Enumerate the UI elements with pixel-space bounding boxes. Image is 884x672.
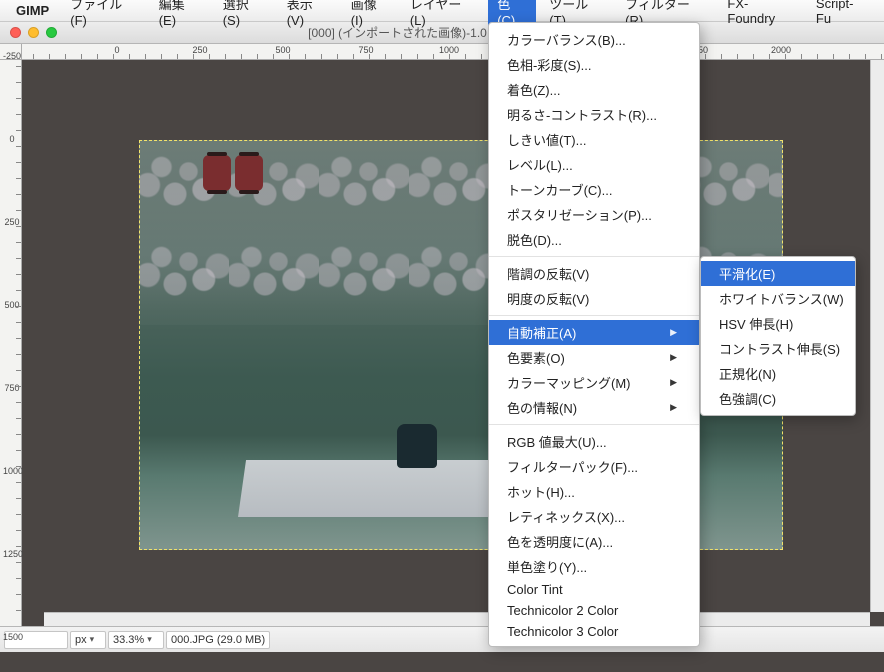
autofix-submenu: 平滑化(E)ホワイトバランス(W)HSV 伸長(H)コントラスト伸長(S)正規化… [700, 256, 856, 416]
ruler-h-label: 0 [114, 45, 119, 55]
menu-edit[interactable]: 編集(E) [150, 0, 210, 30]
colors-menu-item[interactable]: カラーマッピング(M) [489, 370, 699, 395]
menu-image[interactable]: 画像(I) [342, 0, 397, 30]
menu-separator [489, 315, 699, 316]
autofix-menu-item[interactable]: 正規化(N) [701, 361, 855, 386]
statusbar: px 33.3% 000.JPG (29.0 MB) [0, 626, 884, 652]
ruler-row: 025050075010001250150017502000 [0, 44, 884, 60]
scrollbar-vertical[interactable] [870, 60, 884, 612]
ruler-h-label: 250 [192, 45, 207, 55]
colors-menu-item[interactable]: 単色塗り(Y)... [489, 554, 699, 579]
colors-menu-item[interactable]: 脱色(D)... [489, 227, 699, 252]
colors-menu: カラーバランス(B)...色相-彩度(S)...着色(Z)...明るさ-コントラ… [488, 22, 700, 647]
menu-select[interactable]: 選択(S) [214, 0, 274, 30]
unit-select[interactable]: px [70, 631, 106, 649]
colors-menu-item[interactable]: ポスタリゼーション(P)... [489, 202, 699, 227]
autofix-menu-item[interactable]: ホワイトバランス(W) [701, 286, 855, 311]
colors-menu-item[interactable]: 着色(Z)... [489, 77, 699, 102]
colors-menu-item[interactable]: 明度の反転(V) [489, 286, 699, 311]
autofix-menu-item[interactable]: HSV 伸長(H) [701, 311, 855, 336]
ruler-horizontal[interactable]: 025050075010001250150017502000 [22, 44, 884, 59]
ruler-v-label: -250 [3, 51, 21, 61]
menu-view[interactable]: 表示(V) [278, 0, 338, 30]
close-icon[interactable] [10, 27, 21, 38]
colors-menu-item[interactable]: Technicolor 3 Color [489, 621, 699, 642]
minimize-icon[interactable] [28, 27, 39, 38]
colors-menu-item[interactable]: 色の情報(N) [489, 395, 699, 420]
autofix-menu-item[interactable]: 平滑化(E) [701, 261, 855, 286]
colors-menu-item[interactable]: レティネックス(X)... [489, 504, 699, 529]
menu-separator [489, 424, 699, 425]
menu-fxfoundry[interactable]: FX-Foundry [718, 0, 803, 28]
menu-scriptfu[interactable]: Script-Fu [807, 0, 876, 28]
image-lantern [203, 155, 231, 191]
colors-menu-item[interactable]: Color Tint [489, 579, 699, 600]
ruler-vertical[interactable]: -2500250500750100012501500 [0, 60, 22, 626]
colors-menu-item[interactable]: カラーバランス(B)... [489, 27, 699, 52]
colors-menu-item[interactable]: トーンカーブ(C)... [489, 177, 699, 202]
colors-menu-item[interactable]: RGB 値最大(U)... [489, 429, 699, 454]
zoom-icon[interactable] [46, 27, 57, 38]
file-info: 000.JPG (29.0 MB) [166, 631, 270, 649]
image-people [397, 424, 437, 468]
image-picnic-mat [238, 460, 517, 517]
ruler-v-label: 0 [3, 134, 21, 144]
menubar: GIMP ファイル(F) 編集(E) 選択(S) 表示(V) 画像(I) レイヤ… [0, 0, 884, 22]
colors-menu-item[interactable]: 階調の反転(V) [489, 261, 699, 286]
menu-separator [489, 256, 699, 257]
ruler-v-label: 1500 [3, 632, 21, 642]
colors-menu-item[interactable]: 明るさ-コントラスト(R)... [489, 102, 699, 127]
autofix-menu-item[interactable]: 色強調(C) [701, 386, 855, 411]
autofix-menu-item[interactable]: コントラスト伸長(S) [701, 336, 855, 361]
colors-menu-item[interactable]: Technicolor 2 Color [489, 600, 699, 621]
image-lantern [235, 155, 263, 191]
ruler-v-label: 1000 [3, 466, 21, 476]
ruler-v-label: 1250 [3, 549, 21, 559]
scrollbar-horizontal[interactable] [44, 612, 870, 626]
app-name: GIMP [8, 1, 57, 20]
ruler-v-label: 500 [3, 300, 21, 310]
colors-menu-item[interactable]: しきい値(T)... [489, 127, 699, 152]
ruler-h-label: 750 [358, 45, 373, 55]
ruler-h-label: 2000 [771, 45, 791, 55]
colors-menu-item[interactable]: 色要素(O) [489, 345, 699, 370]
colors-menu-item[interactable]: ホット(H)... [489, 479, 699, 504]
colors-menu-item[interactable]: 色を透明度に(A)... [489, 529, 699, 554]
colors-menu-item[interactable]: レベル(L)... [489, 152, 699, 177]
colors-menu-item[interactable]: 色相-彩度(S)... [489, 52, 699, 77]
menu-file[interactable]: ファイル(F) [61, 0, 145, 30]
colors-menu-item[interactable]: フィルターパック(F)... [489, 454, 699, 479]
traffic-lights [0, 27, 57, 38]
menu-layer[interactable]: レイヤー(L) [401, 0, 484, 30]
colors-menu-item-autofix[interactable]: 自動補正(A) [489, 320, 699, 345]
ruler-v-label: 750 [3, 383, 21, 393]
zoom-select[interactable]: 33.3% [108, 631, 164, 649]
